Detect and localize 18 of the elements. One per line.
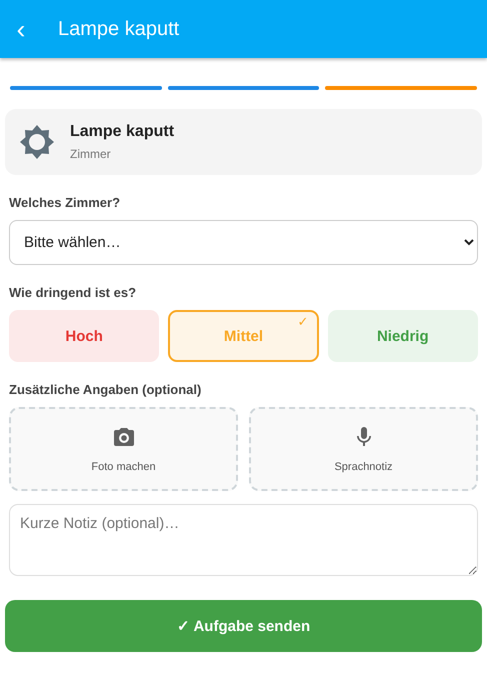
urgency-option[interactable]: Niedrig <box>328 310 478 362</box>
field-label: Welches Zimmer? <box>9 195 120 210</box>
task-category: Zimmer <box>70 147 112 161</box>
page-title: Lampe kaputt <box>58 18 180 40</box>
task-title: Lampe kaputt <box>70 123 174 141</box>
camera-icon <box>112 425 136 449</box>
attachment-button[interactable]: Sprachnotiz <box>249 407 478 491</box>
check-icon: ✓ <box>298 314 309 329</box>
attachment-button[interactable]: Foto machen <box>9 407 238 491</box>
brightness-icon <box>19 124 55 160</box>
submit-button[interactable]: ✓ Aufgabe senden <box>5 600 482 652</box>
urgency-option[interactable]: Hoch <box>9 310 160 362</box>
room-select[interactable]: Bitte wählen… <box>9 220 478 265</box>
urgency-option[interactable]: Mittel ✓ <box>168 310 319 362</box>
field-label: Zusätzliche Angaben (optional) <box>9 382 202 397</box>
field-label: Wie dringend ist es? <box>9 285 136 300</box>
note-field[interactable]: Kurze Notiz (optional)… <box>9 504 478 576</box>
back-button[interactable]: ‹ <box>12 16 30 42</box>
